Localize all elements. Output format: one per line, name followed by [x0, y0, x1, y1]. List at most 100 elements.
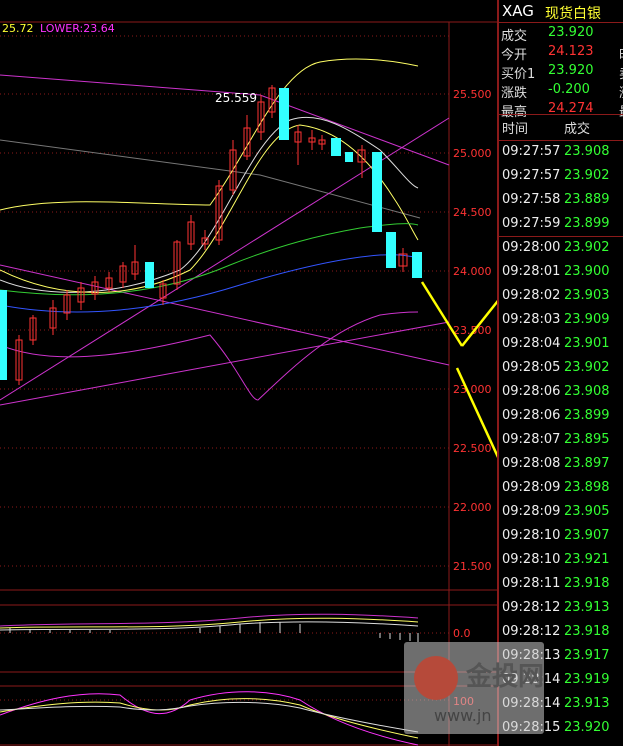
tick-price: 23.902	[564, 168, 610, 183]
watermark-url: www.jn	[434, 706, 492, 725]
price-tick: 21.500	[453, 560, 492, 573]
tick-price: 23.909	[564, 312, 610, 327]
candle	[0, 290, 7, 380]
tick-row[interactable]: 09:28:03 23.909	[499, 309, 623, 333]
tick-row[interactable]: 09:28:09 23.905	[499, 501, 623, 525]
quote-label: 买价1	[501, 67, 536, 82]
tick-row[interactable]: 09:28:00 23.902	[499, 237, 623, 261]
tick-row[interactable]: 09:28:05 23.902	[499, 357, 623, 381]
tick-row[interactable]: 09:27:57 23.902	[499, 165, 623, 189]
tick-time: 09:28:12	[502, 600, 561, 615]
quote-label-truncated: 卖	[619, 63, 623, 82]
high-price-label: 25.559	[215, 91, 257, 105]
quote-label: 今开	[501, 48, 528, 63]
tick-row[interactable]: 09:28:06 23.899	[499, 405, 623, 429]
lower-band	[0, 311, 419, 401]
candle	[412, 252, 422, 278]
tick-time: 09:28:10	[502, 528, 561, 543]
tick-price: 23.899	[564, 216, 610, 231]
watermark-text: 金投网	[466, 662, 545, 692]
quote-row-last: 成交 23.920	[499, 24, 623, 44]
tick-price: 23.913	[564, 696, 610, 711]
price-chart[interactable]: 25.72 LOWER:23.64 25.500 25.000 24.500 2…	[0, 0, 497, 746]
tick-price: 23.897	[564, 456, 610, 471]
tick-price: 23.920	[564, 720, 610, 735]
tick-time: 09:28:05	[502, 360, 561, 375]
watermark: 金投网 www.jn	[404, 642, 544, 734]
tick-row[interactable]: 09:28:08 23.897	[499, 453, 623, 477]
kdj-line	[0, 698, 419, 739]
tick-time: 09:28:07	[502, 432, 561, 447]
tick-price: 23.907	[564, 528, 610, 543]
tick-time: 09:28:06	[502, 408, 561, 423]
tick-price: 23.889	[564, 192, 610, 207]
quote-value: 23.920	[548, 25, 594, 40]
quote-row-open: 今开 24.123 时	[499, 43, 623, 63]
candle	[331, 138, 341, 156]
quote-label: 涨跌	[501, 86, 528, 101]
quote-label-truncated: 涨	[619, 82, 623, 101]
tick-row[interactable]: 09:28:12 23.913	[499, 597, 623, 621]
tick-price: 23.918	[564, 624, 610, 639]
tick-row[interactable]: 09:28:02 23.903	[499, 285, 623, 309]
quote-label-truncated: 时	[619, 44, 623, 63]
tick-price: 23.908	[564, 384, 610, 399]
tick-time: 09:28:00	[502, 240, 561, 255]
tick-row[interactable]: 09:28:11 23.918	[499, 573, 623, 597]
quote-label: 成交	[501, 29, 528, 44]
quote-value: 24.123	[548, 44, 594, 59]
tick-time: 09:28:08	[502, 456, 561, 471]
tick-row[interactable]: 09:27:58 23.889	[499, 189, 623, 213]
symbol-code: XAG	[502, 2, 534, 20]
tick-time: 09:28:11	[502, 576, 561, 591]
price-tick: 23.000	[453, 383, 492, 396]
osc-line	[0, 621, 419, 631]
candle	[386, 232, 396, 268]
price-tick: 22.500	[453, 442, 492, 455]
tick-price: 23.903	[564, 288, 610, 303]
tick-price: 23.900	[564, 264, 610, 279]
price-tick: 25.500	[453, 88, 492, 101]
annotation-arrow	[420, 281, 464, 347]
tick-row[interactable]: 09:28:10 23.907	[499, 525, 623, 549]
osc-histogram	[9, 622, 419, 642]
tick-row[interactable]: 09:27:59 23.899	[499, 213, 623, 237]
channel-line	[0, 321, 450, 406]
tick-row[interactable]: 09:28:06 23.908	[499, 381, 623, 405]
tick-time: 09:28:04	[502, 336, 561, 351]
tick-row[interactable]: 09:28:10 23.921	[499, 549, 623, 573]
tick-price: 23.918	[564, 576, 610, 591]
ticks-header: 时间 成交	[499, 116, 623, 137]
tick-time: 09:28:09	[502, 504, 561, 519]
tick-price: 23.905	[564, 504, 610, 519]
tick-price: 23.898	[564, 480, 610, 495]
tick-time: 09:27:59	[502, 216, 561, 231]
ticks-header-time: 时间	[502, 122, 529, 137]
price-tick: 24.000	[453, 265, 492, 278]
tick-time: 09:27:57	[502, 168, 561, 183]
ma-green	[0, 223, 419, 296]
divider	[499, 114, 623, 115]
osc-tick: 0.0	[453, 627, 471, 640]
price-tick: 24.500	[453, 206, 492, 219]
tick-price: 23.913	[564, 600, 610, 615]
tick-row[interactable]: 09:28:01 23.900	[499, 261, 623, 285]
tick-price: 23.908	[564, 144, 610, 159]
quote-header: XAG 现货白银	[499, 0, 623, 23]
ma-yellow	[0, 124, 419, 293]
tick-price: 23.902	[564, 360, 610, 375]
tick-row[interactable]: 09:27:57 23.908	[499, 141, 623, 165]
tick-price: 23.895	[564, 432, 610, 447]
tick-row[interactable]: 09:28:07 23.895	[499, 429, 623, 453]
tick-row[interactable]: 09:28:09 23.898	[499, 477, 623, 501]
ticks-header-price: 成交	[564, 122, 591, 137]
quote-value: -0.200	[548, 82, 590, 97]
indicator-lower: LOWER:23.64	[40, 22, 115, 35]
tick-time: 09:28:03	[502, 312, 561, 327]
price-tick: 25.000	[453, 147, 492, 160]
quote-row-change: 涨跌 -0.200 涨	[499, 81, 623, 101]
tick-time: 09:28:02	[502, 288, 561, 303]
tick-row[interactable]: 09:28:04 23.901	[499, 333, 623, 357]
tick-time: 09:28:06	[502, 384, 561, 399]
price-tick: 22.000	[453, 501, 492, 514]
